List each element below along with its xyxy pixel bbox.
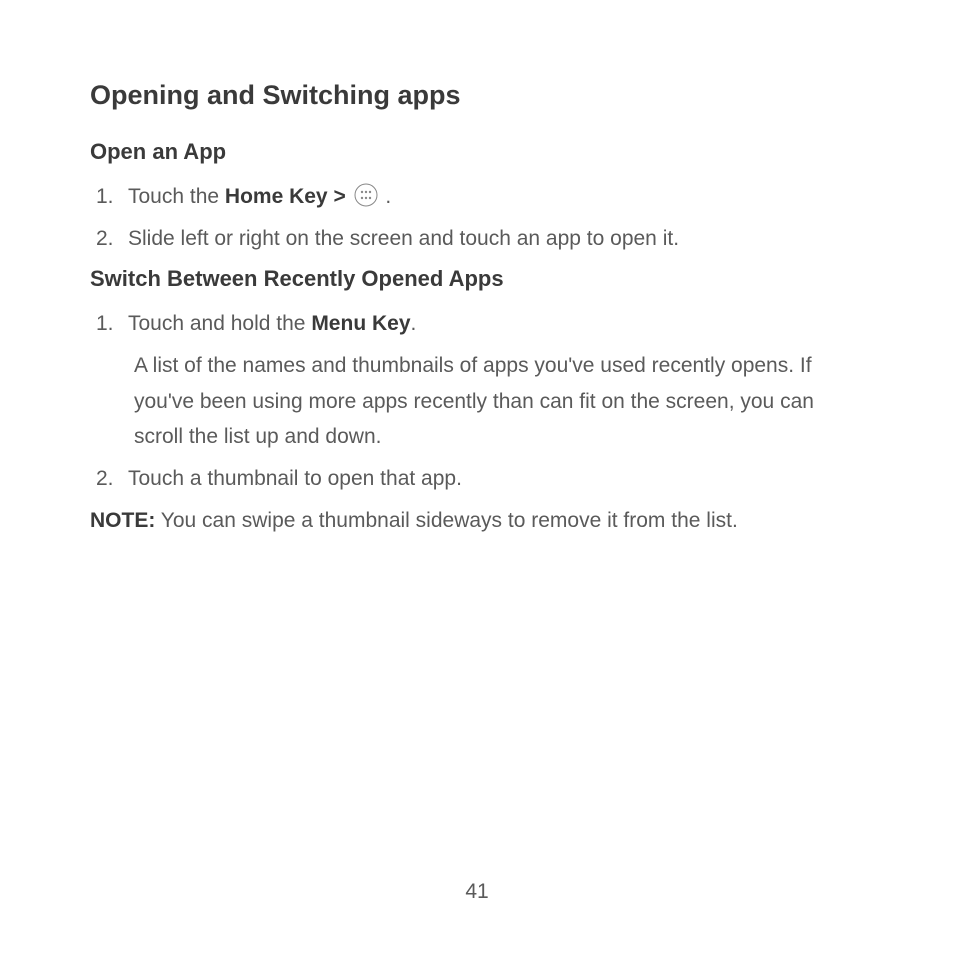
main-heading: Opening and Switching apps [90, 80, 864, 111]
text-pre: Touch and hold the [128, 312, 311, 335]
list-number: 1. [90, 179, 128, 215]
text-pre: Touch the [128, 185, 225, 208]
list-content: Touch and hold the Menu Key. [128, 306, 864, 342]
section1-heading: Open an App [90, 139, 864, 165]
list-content: Touch a thumbnail to open that app. [128, 461, 864, 497]
text-post: . [411, 312, 417, 335]
section2-heading: Switch Between Recently Opened Apps [90, 266, 864, 292]
section2-item1-detail: A list of the names and thumbnails of ap… [90, 348, 864, 455]
note-line: NOTE: You can swipe a thumbnail sideways… [90, 503, 864, 539]
list-number: 2. [90, 221, 128, 257]
list-content: Slide left or right on the screen and to… [128, 221, 864, 257]
section1-item1: 1. Touch the Home Key > . [90, 179, 864, 215]
apps-grid-icon [354, 183, 378, 207]
note-text: You can swipe a thumbnail sideways to re… [155, 509, 737, 532]
bold-text: Home Key > [225, 185, 352, 208]
note-label: NOTE: [90, 509, 155, 532]
page-number: 41 [0, 880, 954, 904]
list-number: 2. [90, 461, 128, 497]
list-content: Touch the Home Key > . [128, 179, 864, 215]
section2-item1: 1. Touch and hold the Menu Key. [90, 306, 864, 342]
section2-item2: 2. Touch a thumbnail to open that app. [90, 461, 864, 497]
bold-text: Menu Key [311, 312, 410, 335]
section1-item2: 2. Slide left or right on the screen and… [90, 221, 864, 257]
text-post: . [380, 185, 392, 208]
list-number: 1. [90, 306, 128, 342]
